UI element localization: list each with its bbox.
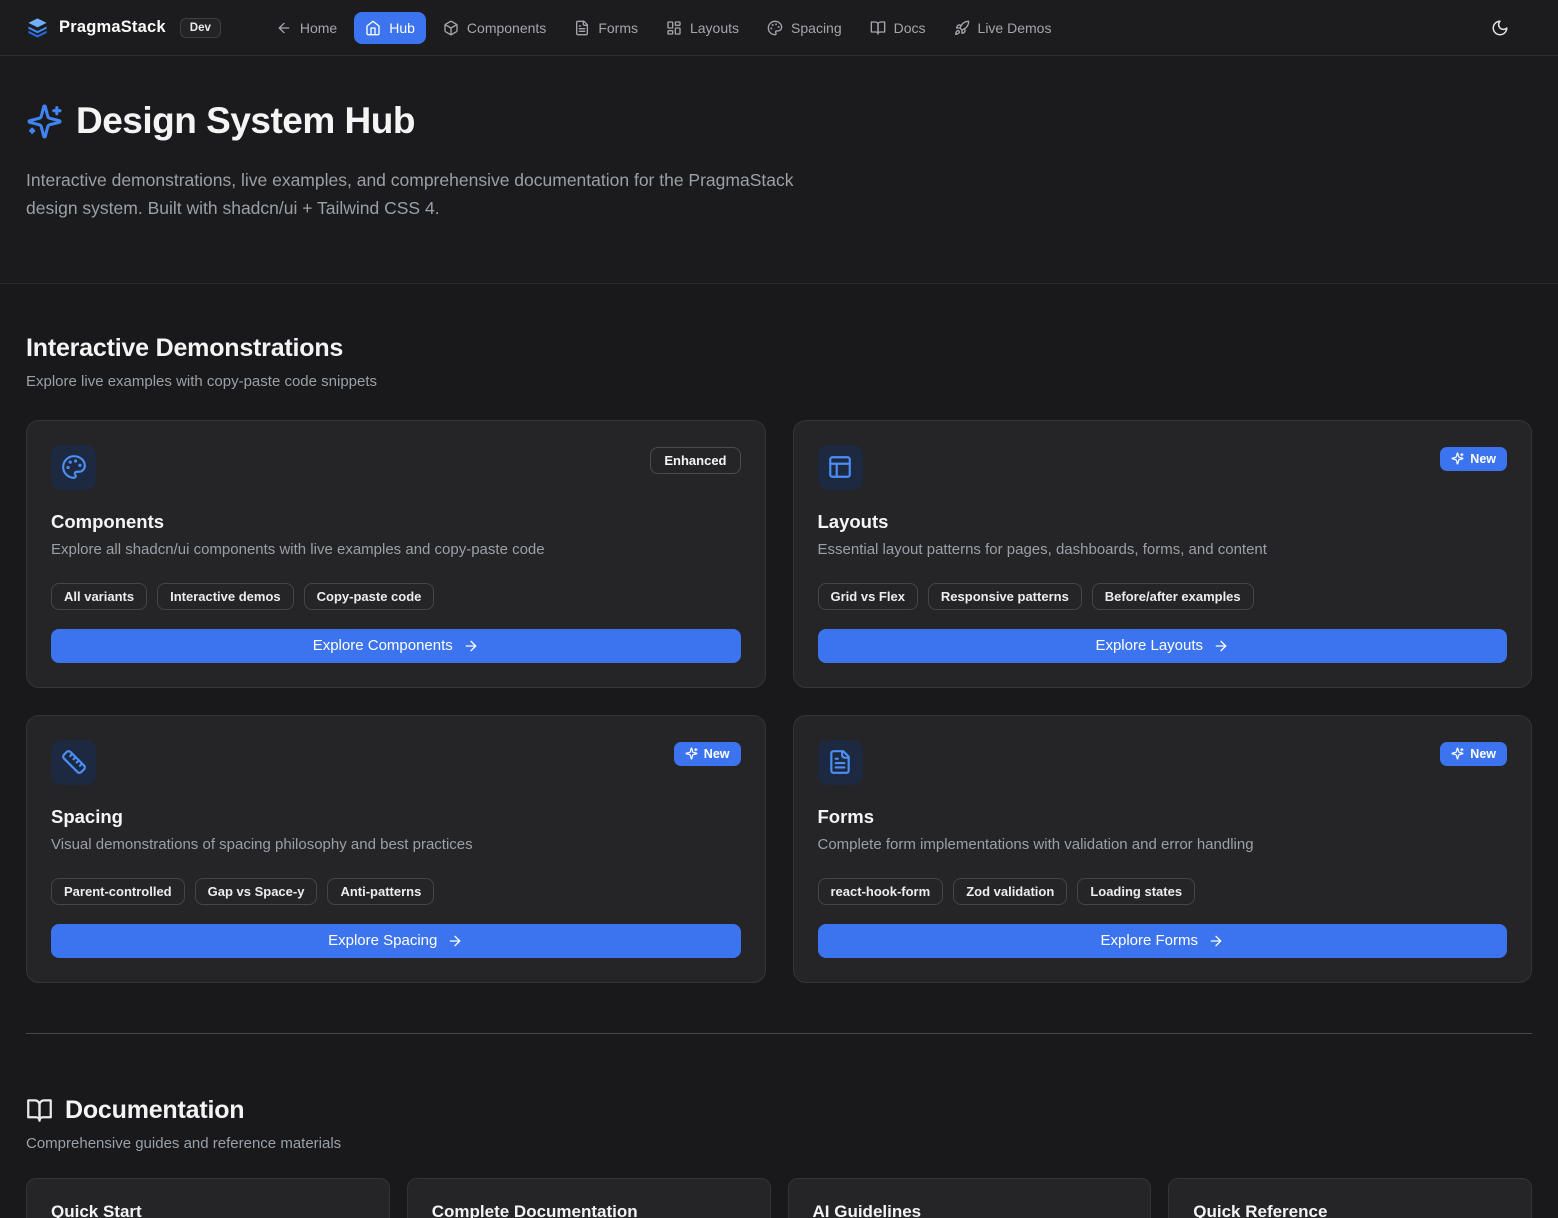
doc-card-quick-start[interactable]: Quick Start 5-minute crash course [26,1178,390,1218]
new-badge: New [1440,742,1507,766]
section-divider [26,1033,1532,1034]
nav-item-docs[interactable]: Docs [859,12,937,44]
brand-name: PragmaStack [59,18,166,37]
sparkles-icon [1451,747,1464,760]
sparkles-icon [26,103,63,140]
explore-spacing-button[interactable]: Explore Spacing [51,924,741,958]
docs-heading: Documentation [65,1096,244,1125]
layout-dashboard-icon [666,20,682,36]
documentation-section: Documentation Comprehensive guides and r… [26,1096,1532,1218]
hero-section: Design System Hub Interactive demonstrat… [0,56,1558,284]
arrow-right-icon [463,638,479,654]
page-title: Design System Hub [76,100,415,142]
tag: Zod validation [953,878,1067,905]
doc-card-title: AI Guidelines [813,1202,1127,1218]
file-text-icon [574,20,590,36]
demos-heading: Interactive Demonstrations [26,334,1532,363]
panels-top-left-icon [818,445,863,490]
arrow-left-icon [276,20,292,36]
tag: Anti-patterns [327,878,434,905]
tag: Copy-paste code [304,583,435,610]
explore-layouts-button[interactable]: Explore Layouts [818,629,1508,663]
nav-item-home[interactable]: Home [265,12,348,44]
new-badge: New [674,742,741,766]
card-title: Spacing [51,806,741,828]
card-description: Explore all shadcn/ui components with li… [51,541,741,558]
tag: Before/after examples [1092,583,1254,610]
tag-row: All variants Interactive demos Copy-past… [51,583,741,610]
palette-icon [767,20,783,36]
tag: Parent-controlled [51,878,185,905]
sparkles-icon [1451,452,1464,465]
palette-icon [51,445,96,490]
arrow-right-icon [1208,933,1224,949]
tag: Responsive patterns [928,583,1082,610]
main-content: Interactive Demonstrations Explore live … [0,284,1558,1218]
brand[interactable]: PragmaStack Dev [26,16,221,39]
nav-item-forms[interactable]: Forms [563,12,649,44]
moon-icon [1491,19,1509,37]
layers-icon [26,16,49,39]
rocket-icon [954,20,970,36]
docs-subheading: Comprehensive guides and reference mater… [26,1135,1532,1152]
tag: react-hook-form [818,878,944,905]
doc-card-complete-documentation[interactable]: Complete Documentation Full design syste… [407,1178,771,1218]
nav-items: Home Hub Components Forms Layouts [265,12,1063,44]
nav-item-hub[interactable]: Hub [354,12,426,44]
card-title: Components [51,511,741,533]
demo-card-grid: Enhanced Components Explore all shadcn/u… [26,420,1532,983]
ruler-icon [51,740,96,785]
dev-badge: Dev [180,18,221,38]
home-icon [365,20,381,36]
tag: Gap vs Space-y [195,878,318,905]
file-text-icon [818,740,863,785]
nav-item-spacing[interactable]: Spacing [756,12,853,44]
doc-card-title: Quick Reference [1193,1202,1507,1218]
tag-row: Grid vs Flex Responsive patterns Before/… [818,583,1508,610]
tag-row: Parent-controlled Gap vs Space-y Anti-pa… [51,878,741,905]
tag: Loading states [1077,878,1195,905]
book-open-icon [870,20,886,36]
demo-card-spacing: New Spacing Visual demonstrations of spa… [26,715,766,983]
arrow-right-icon [1213,638,1229,654]
tag: All variants [51,583,147,610]
doc-card-ai-guidelines[interactable]: AI Guidelines Rules for AI code generati… [788,1178,1152,1218]
doc-card-title: Quick Start [51,1202,365,1218]
card-title: Layouts [818,511,1508,533]
demos-subheading: Explore live examples with copy-paste co… [26,373,1532,390]
doc-card-grid: Quick Start 5-minute crash course Comple… [26,1178,1532,1218]
enhanced-badge: Enhanced [650,447,740,474]
nav-item-components[interactable]: Components [432,12,557,44]
demo-card-components: Enhanced Components Explore all shadcn/u… [26,420,766,688]
new-badge: New [1440,447,1507,471]
doc-card-title: Complete Documentation [432,1202,746,1218]
sparkles-icon [685,747,698,760]
tag-row: react-hook-form Zod validation Loading s… [818,878,1508,905]
tag: Interactive demos [157,583,294,610]
card-description: Complete form implementations with valid… [818,836,1508,853]
explore-components-button[interactable]: Explore Components [51,629,741,663]
arrow-right-icon [447,933,463,949]
box-icon [443,20,459,36]
demo-card-layouts: New Layouts Essential layout patterns fo… [793,420,1533,688]
card-description: Visual demonstrations of spacing philoso… [51,836,741,853]
nav-item-layouts[interactable]: Layouts [655,12,750,44]
card-title: Forms [818,806,1508,828]
explore-forms-button[interactable]: Explore Forms [818,924,1508,958]
nav-item-live-demos[interactable]: Live Demos [943,12,1063,44]
demo-card-forms: New Forms Complete form implementations … [793,715,1533,983]
tag: Grid vs Flex [818,583,918,610]
doc-card-quick-reference[interactable]: Quick Reference Cheat sheet for lookups [1168,1178,1532,1218]
top-nav: PragmaStack Dev Home Hub Components Fo [0,0,1558,56]
book-open-icon [26,1097,53,1124]
card-description: Essential layout patterns for pages, das… [818,541,1508,558]
page-subtitle: Interactive demonstrations, live example… [26,166,801,223]
theme-toggle-button[interactable] [1482,10,1518,46]
